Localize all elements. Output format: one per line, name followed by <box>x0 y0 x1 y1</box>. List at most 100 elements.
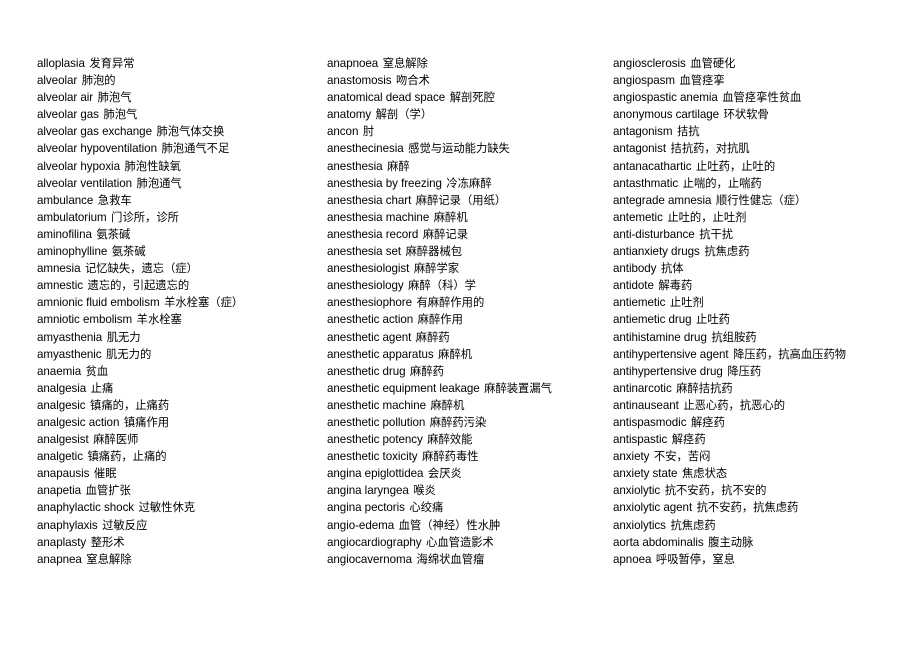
glossary-entry: apnoea 呼吸暂停，窒息 <box>613 551 913 568</box>
entry-gloss: 麻醉药 <box>415 330 450 344</box>
entry-term: ancon <box>327 125 359 139</box>
glossary-entry: aminophylline 氨茶碱 <box>37 243 320 260</box>
glossary-entry: anesthesia record 麻醉记录 <box>327 226 610 243</box>
glossary-entry: amnesia 记忆缺失，遗忘（症） <box>37 260 320 277</box>
glossary-entry: antibody 抗体 <box>613 260 913 277</box>
entry-term: anesthetic apparatus <box>327 347 434 361</box>
glossary-entry: anonymous cartilage 环状软骨 <box>613 106 913 123</box>
glossary-column-2: anapnoea 窒息解除 anastomosis 吻合术 anatomical dea… <box>327 55 610 568</box>
entry-term: angiospastic anemia <box>613 91 718 105</box>
glossary-entry: analgesia 止痛 <box>37 380 320 397</box>
entry-gloss: 焦虑状态 <box>681 467 728 481</box>
entry-term: anxiolytics <box>613 518 666 532</box>
entry-term: antagonism <box>613 125 673 139</box>
entry-gloss: 抗焦虑药 <box>704 245 750 259</box>
entry-gloss: 解毒药 <box>658 279 693 293</box>
entry-term: antasthmatic <box>613 176 679 190</box>
entry-gloss: 血管扩张 <box>85 484 131 498</box>
entry-gloss: 羊水栓塞 <box>136 313 182 327</box>
glossary-entry: angiocavernoma 海绵状血管瘤 <box>327 551 610 568</box>
entry-term: antanacathartic <box>613 159 692 173</box>
entry-gloss: 发育异常 <box>89 57 135 70</box>
entry-gloss: 镇痛的，止痛药 <box>90 398 170 412</box>
glossary-entry: antinarcotic 麻醉拮抗药 <box>613 380 913 397</box>
glossary-entry: angina pectoris 心绞痛 <box>327 499 610 516</box>
glossary-entry: antagonist 拮抗药，对抗肌 <box>613 140 913 157</box>
glossary-entry: ambulatorium 门诊所，诊所 <box>37 209 320 226</box>
glossary-entry: anaphylactic shock 过敏性休克 <box>37 499 320 516</box>
entry-gloss: 止吐的，止吐剂 <box>667 210 747 224</box>
entry-gloss: 有麻醉作用的 <box>416 296 485 310</box>
glossary-entry: anesthetic machine 麻醉机 <box>327 397 610 414</box>
entry-gloss: 记忆缺失，遗忘（症） <box>84 262 198 276</box>
entry-gloss: 遗忘的，引起遗忘的 <box>87 279 190 293</box>
entry-term: angiosclerosis <box>613 57 686 70</box>
glossary-entry: angiocardiography 心血管造影术 <box>327 534 610 551</box>
glossary-entry: anesthetic drug 麻醉药 <box>327 363 610 380</box>
entry-gloss: 麻醉记录 <box>422 227 469 241</box>
entry-term: amniotic embolism <box>37 313 133 327</box>
entry-gloss: 抗组胺药 <box>711 330 757 344</box>
glossary-entry: anesthetic potency 麻醉效能 <box>327 431 610 448</box>
entry-gloss: 止吐药，止吐的 <box>696 159 776 173</box>
glossary-entry: anapetia 血管扩张 <box>37 482 320 499</box>
entry-gloss: 肺泡通气不足 <box>161 142 230 156</box>
glossary-entry: antihistamine drug 抗组胺药 <box>613 329 913 346</box>
entry-gloss: 肺泡的 <box>81 74 116 88</box>
entry-gloss: 肌无力的 <box>106 347 152 361</box>
entry-gloss: 窒息解除 <box>86 552 132 566</box>
entry-term: anapnea <box>37 552 82 566</box>
entry-gloss: 窒息解除 <box>382 57 428 70</box>
entry-gloss: 麻醉药 <box>410 364 444 378</box>
entry-term: anesthecinesia <box>327 142 404 156</box>
glossary-entry: antanacathartic 止吐药，止吐的 <box>613 158 913 175</box>
entry-term: antidote <box>613 279 654 293</box>
entry-term: analgesic <box>37 398 86 412</box>
entry-term: aminophylline <box>37 245 108 259</box>
entry-term: analgesia <box>37 381 87 395</box>
entry-gloss: 镇痛药，止痛的 <box>87 450 167 464</box>
glossary-entry: antispasmodic 解痉药 <box>613 414 913 431</box>
glossary-entry: angiospasm 血管痉挛 <box>613 72 913 89</box>
entry-term: antiemetic drug <box>613 313 692 327</box>
entry-gloss: 急救车 <box>97 193 132 207</box>
glossary-entry: anesthetic equipment leakage 麻醉装置漏气 <box>327 380 610 397</box>
entry-term: anesthetic action <box>327 313 414 327</box>
entry-term: angiospasm <box>613 74 676 88</box>
entry-gloss: 心绞痛 <box>409 501 444 515</box>
entry-term: alveolar <box>37 74 78 88</box>
entry-gloss: 腹主动脉 <box>708 535 754 549</box>
entry-term: antinarcotic <box>613 381 672 395</box>
glossary-entry: antihypertensive drug 降压药 <box>613 363 913 380</box>
glossary-entry: anesthetic action 麻醉作用 <box>327 311 610 328</box>
entry-gloss: 羊水栓塞（症） <box>164 296 244 310</box>
entry-gloss: 氨茶碱 <box>96 227 131 241</box>
entry-term: anesthesiophore <box>327 296 412 310</box>
entry-term: angina laryngea <box>327 484 409 498</box>
glossary-entry: anesthetic apparatus 麻醉机 <box>327 346 610 363</box>
glossary-entry: anaemia 贫血 <box>37 363 320 380</box>
entry-gloss: 催眠 <box>93 467 117 481</box>
entry-term: alveolar hypoventilation <box>37 142 157 156</box>
glossary-entry: anxiety 不安，苦闷 <box>613 448 913 465</box>
entry-gloss: 呼吸暂停，窒息 <box>655 552 735 566</box>
entry-gloss: 肘 <box>362 125 375 139</box>
glossary-entry: aorta abdominalis 腹主动脉 <box>613 534 913 551</box>
entry-term: analgesist <box>37 433 89 447</box>
entry-gloss: 肺泡性缺氧 <box>124 159 181 173</box>
glossary-entry: alloplasia 发育异常 <box>37 55 320 72</box>
entry-term: anxiolytic agent <box>613 501 693 515</box>
entry-term: anastomosis <box>327 74 392 88</box>
entry-term: alveolar gas <box>37 108 99 122</box>
entry-term: antihypertensive agent <box>613 347 729 361</box>
glossary-column-1: alloplasia 发育异常 alveolar 肺泡的 alveolar air 肺泡气… <box>37 55 320 568</box>
glossary-entry: anxiety state 焦虑状态 <box>613 465 913 482</box>
entry-term: antibody <box>613 262 657 276</box>
entry-term: amyasthenic <box>37 347 102 361</box>
entry-gloss: 吻合术 <box>396 74 430 88</box>
entry-term: alveolar ventilation <box>37 176 133 190</box>
entry-term: alloplasia <box>37 57 85 70</box>
entry-gloss: 麻醉医师 <box>93 433 139 447</box>
entry-gloss: 抗体 <box>660 262 684 276</box>
entry-gloss: 心血管造影术 <box>426 535 494 549</box>
